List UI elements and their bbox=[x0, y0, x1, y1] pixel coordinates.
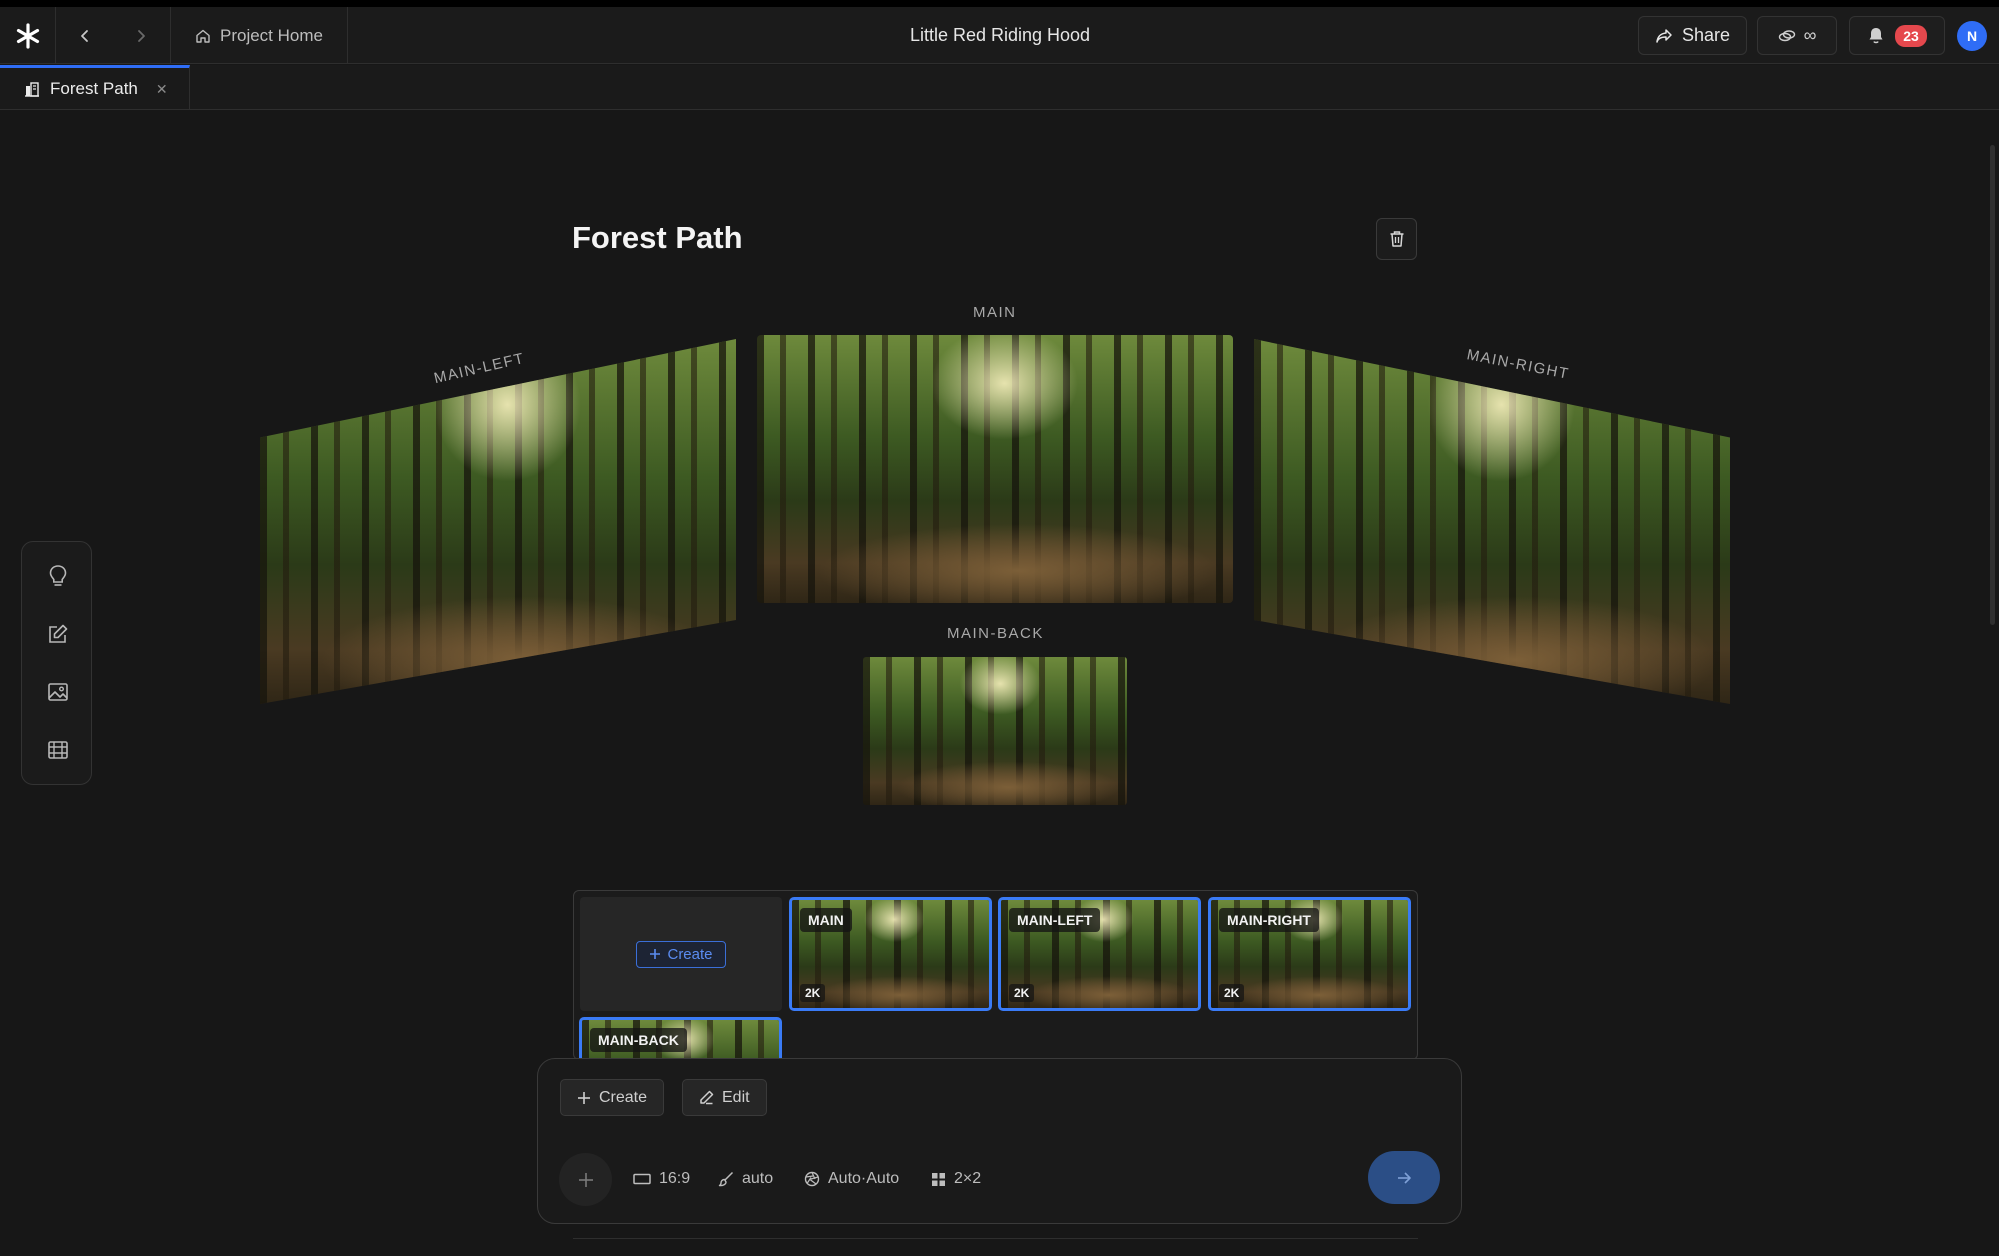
chevron-left-icon bbox=[81, 29, 88, 42]
building-icon bbox=[25, 82, 39, 97]
grid-icon bbox=[932, 1172, 945, 1186]
image-icon bbox=[47, 683, 68, 701]
prompt-composer: Create Edit 16:9 auto Auto·Auto 2×2 bbox=[537, 1058, 1462, 1224]
tab-bar: Forest Path ✕ bbox=[0, 65, 1999, 110]
thumbnail-label: MAIN-BACK bbox=[590, 1028, 687, 1052]
thumbnail-resolution: 2K bbox=[800, 984, 826, 1002]
share-icon bbox=[1656, 28, 1672, 43]
share-button[interactable]: Share bbox=[1638, 16, 1747, 55]
create-mode-button[interactable]: Create bbox=[560, 1079, 665, 1116]
bell-icon bbox=[1869, 28, 1883, 44]
aspect-ratio-selector[interactable]: 16:9 bbox=[633, 1168, 690, 1190]
coins-icon bbox=[1778, 29, 1795, 41]
thumbnail-label: MAIN-RIGHT bbox=[1219, 908, 1319, 932]
credits-value: ∞ bbox=[1803, 25, 1817, 45]
add-attachment-button[interactable] bbox=[559, 1153, 612, 1206]
tab-forest-path[interactable]: Forest Path ✕ bbox=[0, 65, 190, 110]
gallery-thumbnail[interactable]: MAIN-BACK bbox=[579, 1017, 782, 1059]
close-tab-icon[interactable]: ✕ bbox=[156, 81, 168, 98]
plus-icon bbox=[650, 949, 661, 959]
aspect-ratio-icon bbox=[633, 1173, 651, 1185]
tab-label: Forest Path bbox=[50, 79, 138, 98]
view-label-left: MAIN-LEFT bbox=[432, 349, 527, 388]
gallery-create-cell: Create bbox=[580, 897, 782, 1011]
notifications-button[interactable]: 23 bbox=[1849, 16, 1945, 55]
scrollbar[interactable] bbox=[1990, 145, 1995, 625]
image-tool-button[interactable] bbox=[22, 663, 93, 721]
divider bbox=[573, 1238, 1418, 1239]
trash-icon bbox=[1390, 231, 1403, 247]
view-label-right: MAIN-RIGHT bbox=[1465, 346, 1571, 383]
panorama-image-left[interactable] bbox=[260, 339, 736, 704]
panorama-image-main[interactable] bbox=[757, 335, 1233, 603]
tool-rail bbox=[21, 541, 92, 785]
project-home-link[interactable]: Project Home bbox=[170, 7, 348, 64]
gallery-thumbnail[interactable]: MAIN 2K bbox=[789, 897, 992, 1011]
storyboard-tool-button[interactable] bbox=[22, 721, 93, 779]
gallery-thumbnail[interactable]: MAIN-RIGHT 2K bbox=[1208, 897, 1411, 1011]
view-label-main: MAIN bbox=[973, 304, 1017, 321]
lightbulb-icon bbox=[49, 565, 66, 586]
thumbnail-resolution: 2K bbox=[1009, 984, 1035, 1002]
edit-tool-button[interactable] bbox=[22, 605, 93, 663]
share-label: Share bbox=[1681, 25, 1731, 45]
gallery-create-label: Create bbox=[667, 945, 713, 963]
chevron-right-icon bbox=[138, 29, 145, 42]
pencil-icon bbox=[700, 1090, 714, 1105]
delete-scene-button[interactable] bbox=[1376, 218, 1417, 260]
home-icon bbox=[196, 29, 210, 43]
asterisk-logo-icon bbox=[16, 22, 39, 49]
ideas-tool-button[interactable] bbox=[22, 547, 93, 605]
style-value: auto bbox=[742, 1170, 774, 1187]
edit-mode-label: Edit bbox=[722, 1088, 750, 1106]
notification-count-badge: 23 bbox=[1895, 24, 1927, 47]
back-button[interactable] bbox=[57, 7, 113, 64]
panorama-image-right[interactable] bbox=[1254, 339, 1730, 704]
forward-button[interactable] bbox=[113, 7, 169, 64]
scene-title: Forest Path bbox=[572, 220, 743, 255]
grid-size-value: 2×2 bbox=[954, 1170, 982, 1187]
thumbnail-label: MAIN bbox=[800, 908, 852, 932]
edit-mode-button[interactable]: Edit bbox=[682, 1079, 767, 1116]
plus-icon bbox=[578, 1091, 590, 1104]
app-logo[interactable] bbox=[0, 7, 56, 64]
gallery-thumbnail[interactable]: MAIN-LEFT 2K bbox=[998, 897, 1201, 1011]
user-avatar[interactable]: N bbox=[1957, 21, 1987, 51]
model-selector[interactable]: Auto·Auto bbox=[804, 1168, 899, 1190]
aspect-ratio-value: 16:9 bbox=[659, 1170, 691, 1187]
aperture-icon bbox=[804, 1171, 820, 1187]
film-icon bbox=[47, 741, 68, 759]
send-button[interactable] bbox=[1368, 1151, 1440, 1204]
app-header: Project Home Little Red Riding Hood Shar… bbox=[0, 7, 1999, 64]
edit-icon bbox=[48, 624, 67, 643]
project-home-label: Project Home bbox=[220, 25, 323, 45]
brush-icon bbox=[718, 1171, 734, 1187]
window-top-strip bbox=[0, 0, 1999, 7]
thumbnail-label: MAIN-LEFT bbox=[1009, 908, 1101, 932]
create-mode-label: Create bbox=[599, 1088, 648, 1106]
grid-size-selector[interactable]: 2×2 bbox=[931, 1168, 981, 1190]
panorama-image-back[interactable] bbox=[863, 657, 1127, 805]
image-gallery: Create MAIN 2K MAIN-LEFT 2K MAIN-RIGHT 2… bbox=[573, 890, 1418, 1060]
project-title: Little Red Riding Hood bbox=[909, 25, 1091, 45]
plus-icon bbox=[578, 1172, 593, 1187]
thumbnail-resolution: 2K bbox=[1219, 984, 1245, 1002]
arrow-right-icon bbox=[1398, 1171, 1411, 1184]
model-value: Auto·Auto bbox=[828, 1170, 900, 1187]
credits-button[interactable]: ∞ bbox=[1757, 16, 1837, 55]
gallery-create-button[interactable]: Create bbox=[636, 940, 726, 968]
view-label-back: MAIN-BACK bbox=[947, 625, 1044, 642]
style-selector[interactable]: auto bbox=[718, 1168, 773, 1190]
